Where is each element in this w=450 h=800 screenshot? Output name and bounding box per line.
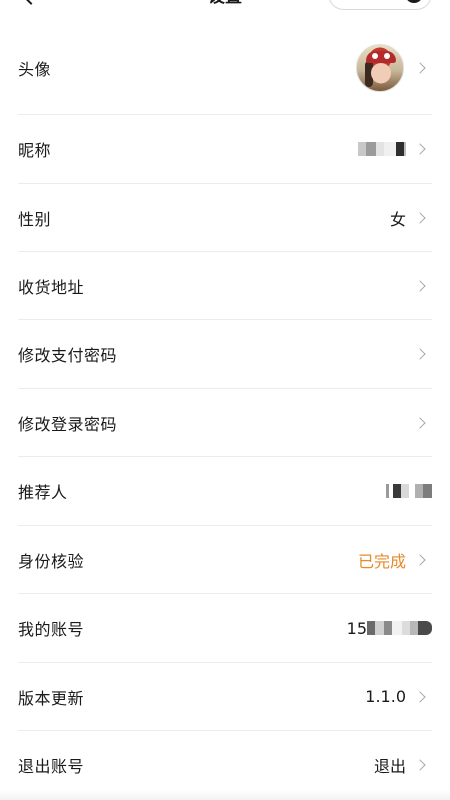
chevron-right-icon <box>414 62 426 74</box>
row-change-payment-password[interactable]: 修改支付密码 <box>18 320 432 389</box>
chevron-right-icon <box>414 143 426 155</box>
row-label: 昵称 <box>18 141 52 160</box>
version-value: 1.1.0 <box>365 687 406 706</box>
row-nickname[interactable]: 昵称 <box>18 115 432 184</box>
navigation-bar: 设置 <box>0 0 450 14</box>
row-label: 退出账号 <box>18 757 85 776</box>
row-gender[interactable]: 性别 女 <box>18 184 432 252</box>
account-value: 15 <box>347 619 432 638</box>
row-label: 头像 <box>18 60 52 79</box>
mosaic-redaction <box>358 141 406 157</box>
row-change-login-password[interactable]: 修改登录密码 <box>18 389 432 457</box>
chevron-right-icon <box>414 211 426 224</box>
mosaic-redaction <box>386 483 432 499</box>
row-label: 修改登录密码 <box>18 414 118 434</box>
chevron-right-icon <box>414 553 426 566</box>
row-label: 修改支付密码 <box>18 346 118 365</box>
gender-value: 女 <box>389 209 406 229</box>
row-label: 推荐人 <box>18 483 68 502</box>
account-prefix: 15 <box>346 618 367 638</box>
chevron-right-icon <box>414 416 426 429</box>
avatar[interactable] <box>356 44 404 92</box>
chevron-right-icon <box>414 759 426 771</box>
row-identity-verification[interactable]: 身份核验 已完成 <box>18 526 432 594</box>
row-logout[interactable]: 退出账号 退出 <box>18 731 432 799</box>
avatar-face <box>371 63 391 83</box>
row-label: 我的账号 <box>18 620 85 639</box>
chevron-right-icon <box>414 348 426 360</box>
referrer-value-redacted <box>386 483 432 499</box>
settings-page: 设置 头像 昵称 <box>0 0 450 800</box>
row-referrer[interactable]: 推荐人 <box>18 457 432 526</box>
logout-value: 退出 <box>373 757 406 776</box>
nickname-value-redacted <box>358 141 406 157</box>
row-label: 版本更新 <box>18 688 85 708</box>
avatar-hat <box>366 51 396 63</box>
mosaic-redaction <box>367 620 432 636</box>
close-circle-icon[interactable] <box>405 0 423 3</box>
row-label: 收货地址 <box>18 277 85 297</box>
verification-status: 已完成 <box>357 551 406 571</box>
mini-program-capsule[interactable] <box>328 0 432 10</box>
row-avatar[interactable]: 头像 <box>18 22 432 115</box>
chevron-right-icon <box>414 690 426 703</box>
chevron-right-icon <box>414 279 426 292</box>
row-shipping-address[interactable]: 收货地址 <box>18 252 432 320</box>
bottom-edge <box>0 790 450 800</box>
row-label: 身份核验 <box>18 551 85 571</box>
row-label: 性别 <box>18 209 52 229</box>
row-my-account[interactable]: 我的账号 15 <box>18 594 432 663</box>
row-version-update[interactable]: 版本更新 1.1.0 <box>18 663 432 731</box>
